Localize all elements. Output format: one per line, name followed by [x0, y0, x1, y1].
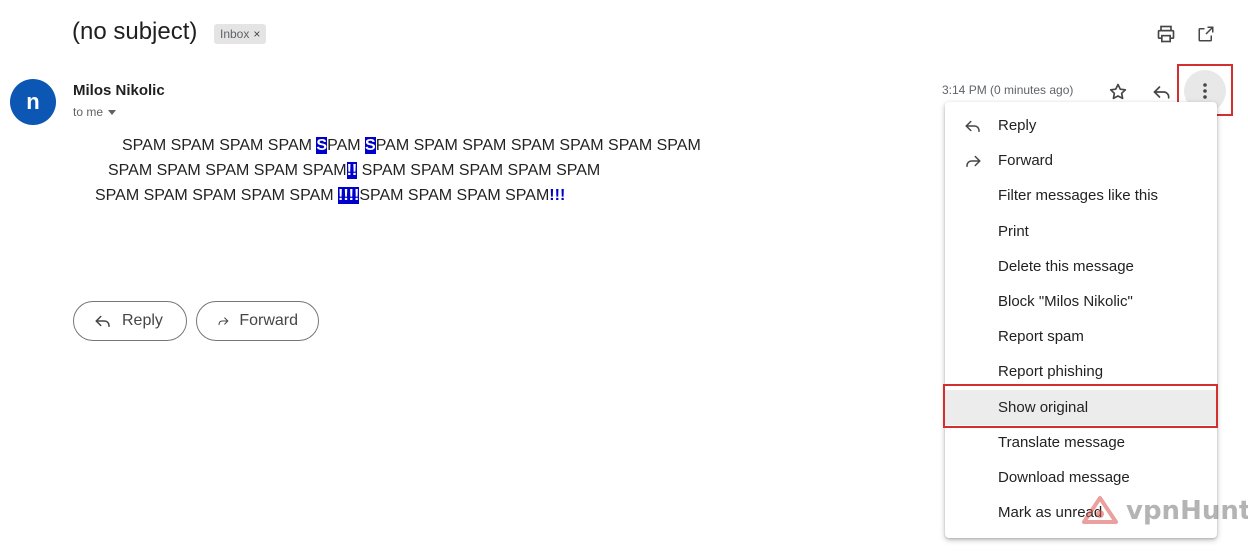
email-subject: (no subject): [72, 18, 198, 45]
body-text: PAM: [327, 137, 366, 154]
body-text: SPAM SPAM SPAM SPAM SPAM: [95, 187, 339, 204]
reply-button-label: Reply: [122, 312, 163, 329]
annotation-box-show-original: [943, 384, 1218, 428]
body-text: SPAM SPAM SPAM SPAM: [359, 187, 550, 204]
menu-item-label: Reply: [998, 117, 1037, 135]
menu-item-translate-message[interactable]: Translate message: [945, 425, 1217, 460]
body-text: SPAM SPAM SPAM SPAM: [122, 137, 317, 154]
menu-item-label: Print: [998, 222, 1029, 240]
highlighted-text: !!!!: [338, 187, 360, 204]
vpnhunt-logo-icon: [1082, 496, 1118, 524]
menu-item-label: Delete this message: [998, 257, 1134, 275]
menu-item-report-spam[interactable]: Report spam: [945, 319, 1217, 354]
watermark: vpnHunt: [1080, 494, 1248, 528]
menu-item-download-message[interactable]: Download message: [945, 460, 1217, 495]
emphasis-text: !!!: [549, 187, 566, 204]
remove-label-icon[interactable]: ×: [253, 24, 260, 44]
recipient-text: to me: [73, 105, 104, 119]
email-view: (no subject) Inbox × n Milos Nikolic to …: [0, 0, 1248, 552]
menu-item-filter-messages[interactable]: Filter messages like this: [945, 178, 1217, 213]
forward-icon: [218, 317, 229, 326]
highlighted-text: !!: [346, 162, 358, 179]
forward-icon: [963, 151, 983, 171]
reply-button[interactable]: Reply: [73, 301, 187, 341]
inbox-label-chip[interactable]: Inbox ×: [214, 24, 267, 44]
body-line-1: SPAM SPAM SPAM SPAM SPAM SPAM SPAM SPAM …: [122, 137, 701, 155]
menu-item-print[interactable]: Print: [945, 214, 1217, 249]
sender-name[interactable]: Milos Nikolic: [73, 82, 165, 99]
watermark-text: vpnHunt: [1126, 496, 1248, 526]
body-line-3: SPAM SPAM SPAM SPAM SPAM !!!!SPAM SPAM S…: [95, 187, 565, 205]
print-icon[interactable]: [1152, 20, 1180, 48]
body-line-2: SPAM SPAM SPAM SPAM SPAM!! SPAM SPAM SPA…: [108, 162, 600, 180]
menu-item-label: Report phishing: [998, 363, 1104, 381]
body-text: PAM SPAM SPAM SPAM SPAM SPAM SPAM: [375, 137, 701, 154]
more-options-menu: Reply Forward Filter messages like this …: [945, 102, 1217, 538]
forward-button[interactable]: Forward: [196, 301, 319, 341]
caret-down-icon: [108, 109, 117, 115]
menu-item-label: Report spam: [998, 328, 1084, 346]
menu-item-label: Filter messages like this: [998, 187, 1159, 205]
menu-item-forward[interactable]: Forward: [945, 143, 1217, 178]
reply-icon: [963, 116, 983, 136]
menu-item-label: Download message: [998, 468, 1130, 486]
recipient-details-toggle[interactable]: to me: [73, 105, 117, 119]
menu-item-label: Forward: [998, 152, 1054, 170]
avatar[interactable]: n: [10, 79, 56, 125]
message-timestamp: 3:14 PM (0 minutes ago): [942, 83, 1074, 97]
label-text: Inbox: [220, 27, 250, 41]
menu-item-label: Translate message: [998, 433, 1126, 451]
forward-button-label: Forward: [239, 312, 298, 329]
body-text: SPAM SPAM SPAM SPAM SPAM: [108, 162, 347, 179]
body-text: SPAM SPAM SPAM SPAM SPAM: [357, 162, 601, 179]
menu-item-reply[interactable]: Reply: [945, 108, 1217, 143]
menu-item-label: Block "Milos Nikolic": [998, 293, 1133, 311]
highlighted-text: S: [316, 137, 328, 154]
open-in-new-window-icon[interactable]: [1192, 20, 1220, 48]
reply-icon: [95, 315, 110, 327]
menu-item-delete-message[interactable]: Delete this message: [945, 249, 1217, 284]
highlighted-text: S: [365, 137, 376, 154]
menu-item-block-sender[interactable]: Block "Milos Nikolic": [945, 284, 1217, 319]
